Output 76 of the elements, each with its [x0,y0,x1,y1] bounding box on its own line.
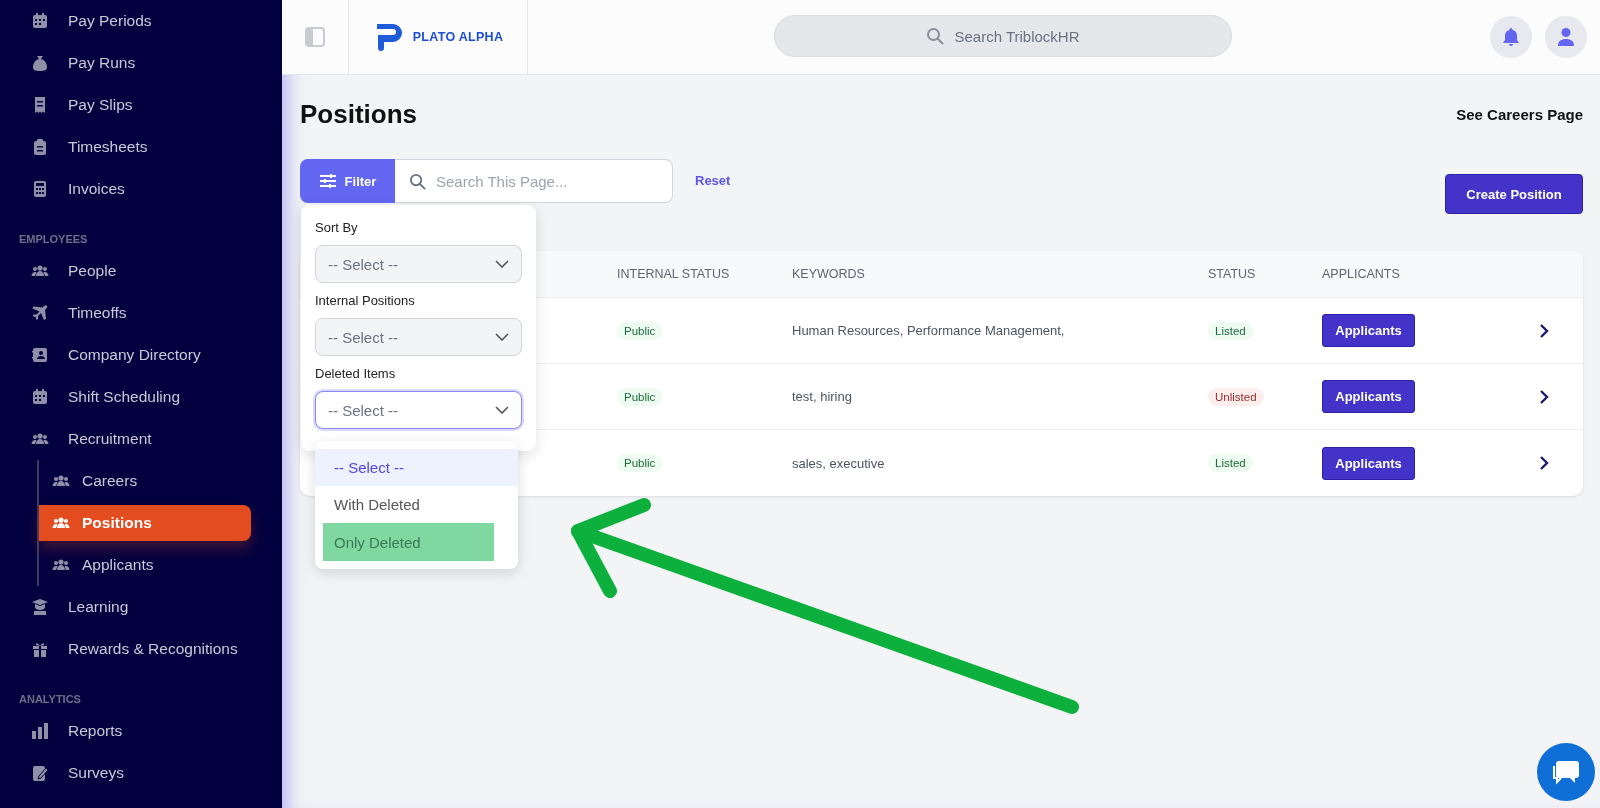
graduate-icon [31,598,49,616]
chat-bubble-icon [1551,758,1581,786]
select-field[interactable]: -- Select -- [315,391,522,429]
sidebar-item[interactable]: Rewards & Recognitions [0,628,282,670]
applicants-button[interactable]: Applicants [1322,446,1415,480]
calendar-icon [31,388,49,406]
keywords-cell-text: sales, executive [792,455,886,471]
section-heading: EMPLOYEES [18,232,89,247]
sidebar-item[interactable]: Reports [0,710,282,752]
internal-status-badge: Public [617,454,663,472]
search-icon [926,27,945,45]
filter-button[interactable]: Filter [300,159,395,203]
money-bag-icon [31,54,49,72]
sidebar-subitem[interactable]: Careers [39,463,251,499]
status-badge: Listed [1208,454,1253,472]
gift-icon [31,640,49,658]
clipboard-icon [31,138,49,156]
internal-status-badge: Public [617,321,663,340]
sliders-icon [318,173,337,189]
column-header: APPLICANTS [1322,267,1401,281]
reset-link[interactable]: Reset [695,173,731,188]
calendar-icon [31,12,49,30]
select-field[interactable]: -- Select -- [315,318,522,356]
user-icon [1557,27,1575,47]
field-label: Internal Positions [315,293,416,308]
page-title: Positions [300,98,417,130]
sidebar-item[interactable]: Pay Runs [0,42,282,84]
status-badge: Unlisted [1208,387,1264,406]
search-field[interactable]: Search TriblockHR [774,15,1232,57]
column-header: INTERNAL STATUS [617,267,731,281]
sidebar-item[interactable]: Timeoffs [0,292,282,334]
field-label: Sort By [315,220,359,235]
sidebar-item[interactable]: Recruitment [0,418,282,460]
dropdown-option[interactable]: -- Select -- [315,449,518,486]
keywords-cell-text: test, hiring [792,389,853,404]
sidebar-item[interactable]: People [0,250,282,292]
calculator-icon [31,180,49,198]
sidebar-item[interactable]: Learning [0,586,282,628]
column-header: STATUS [1208,267,1257,281]
keywords-cell-text: Human Resources, Performance Management, [792,323,1066,338]
chevron-right-icon[interactable] [1539,455,1549,471]
sidebar-item[interactable]: Timesheets [0,126,282,168]
sidebar-subitem[interactable]: Positions [39,505,251,541]
sidebar-item[interactable]: Company Directory [0,334,282,376]
airplane-icon [31,304,49,322]
survey-icon [31,764,49,782]
bell-icon [1502,27,1520,47]
sidebar-item[interactable]: Invoices [0,168,282,210]
applicants-button[interactable]: Applicants [1322,314,1415,347]
chevron-down-icon [495,333,509,341]
chevron-down-icon [495,260,509,268]
sidebar-subitem[interactable]: Applicants [39,547,251,583]
sidebar-item[interactable]: Surveys [0,752,282,794]
chevron-right-icon[interactable] [1539,322,1549,339]
notifications-button[interactable] [1490,16,1532,58]
dropdown-option[interactable]: With Deleted [315,486,518,523]
status-badge: Listed [1208,321,1253,340]
profile-button[interactable] [1545,16,1587,58]
section-heading: ANALYTICS [18,692,82,707]
chevron-right-icon[interactable] [1539,388,1549,405]
search-icon [409,172,426,190]
chevron-down-icon [495,406,509,414]
create-position-button[interactable]: Create Position [1445,174,1583,214]
select-field[interactable]: -- Select -- [315,245,522,283]
applicants-button[interactable]: Applicants [1322,380,1415,413]
sidebar-item[interactable]: Shift Scheduling [0,376,282,418]
internal-status-badge: Public [617,387,663,406]
logo-text: PLATO ALPHA [412,30,504,44]
sidebar-toggle-icon[interactable] [305,27,325,47]
contact-card-icon [31,346,49,364]
sidebar-item[interactable]: Pay Periods [0,0,282,42]
column-header: KEYWORDS [792,267,866,281]
sidebar-item[interactable]: Pay Slips [0,84,282,126]
bar-chart-icon [31,722,49,740]
field-label: Deleted Items [315,366,397,381]
careers-page-link[interactable]: See Careers Page [1456,105,1583,123]
